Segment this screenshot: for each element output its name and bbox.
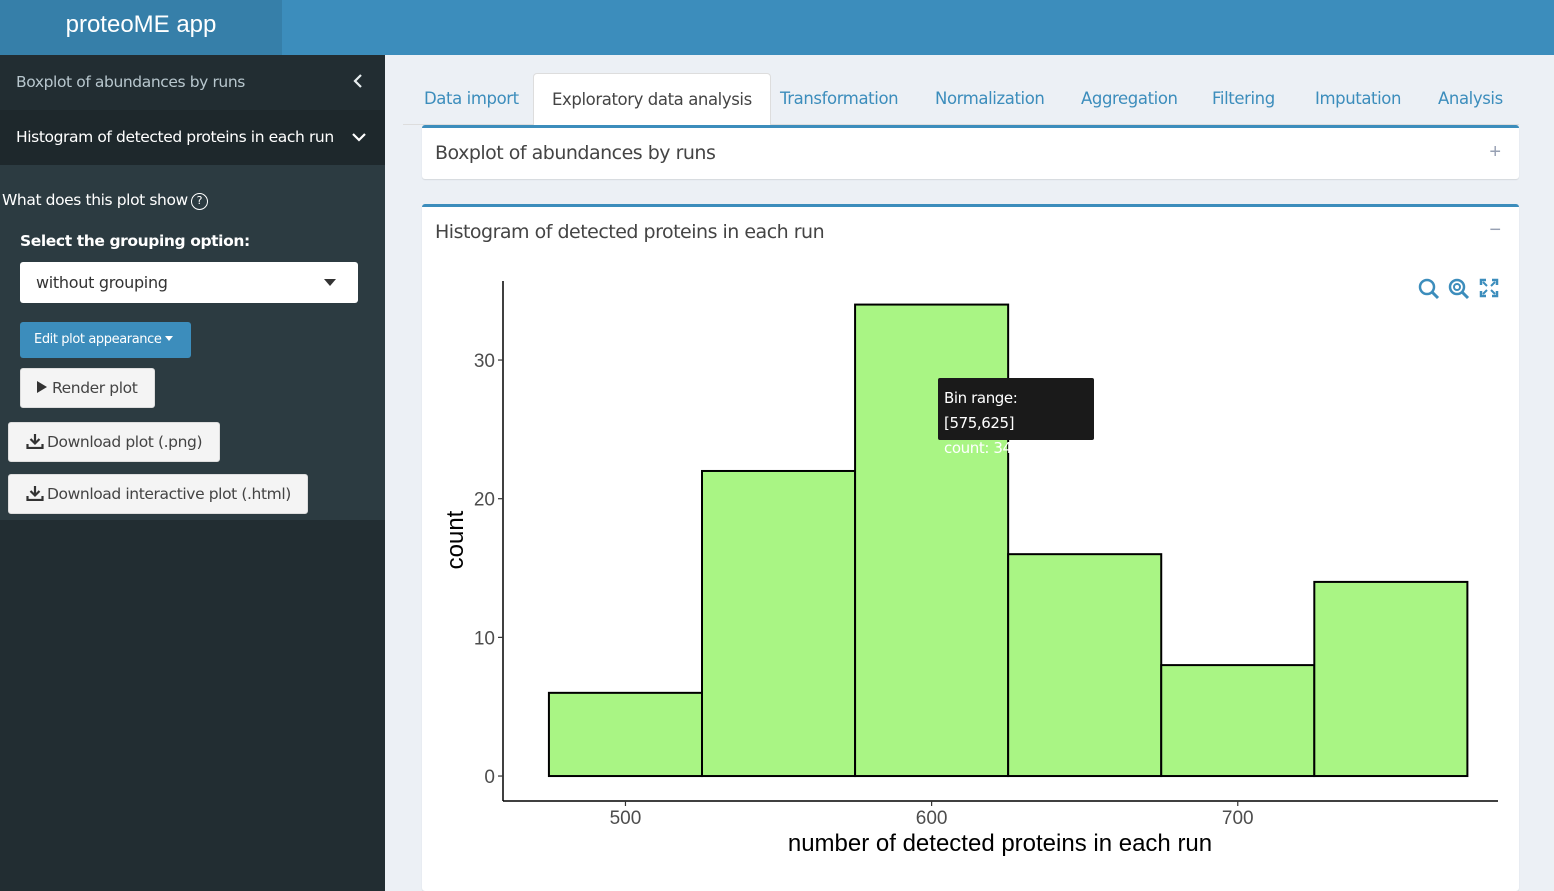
chevron-down-icon [351, 110, 367, 164]
help-link[interactable]: What does this plot show? [2, 191, 208, 210]
edit-plot-appearance-button[interactable]: Edit plot appearance [20, 322, 191, 358]
histogram-box: Histogram of detected proteins in each r… [422, 204, 1519, 891]
top-navbar [282, 0, 1554, 55]
tooltip-count: count: 34 [944, 439, 1012, 457]
tab-data-import[interactable]: Data import [424, 73, 519, 125]
download-html-button[interactable]: Download interactive plot (.html) [8, 474, 308, 514]
tab-transformation[interactable]: Transformation [780, 73, 899, 125]
grouping-select-value: without grouping [36, 273, 168, 292]
tab-bar: Data import Exploratory data analysis Tr… [403, 73, 1519, 126]
zoom-icon[interactable] [1418, 278, 1440, 305]
chart-tooltip: Bin range: [575,625] count: 34 [938, 378, 1094, 457]
help-icon[interactable]: ? [190, 193, 208, 210]
help-text: What does this plot show [2, 191, 188, 209]
app-logo[interactable]: proteoME app [0, 0, 282, 55]
sidebar-item-histogram[interactable]: Histogram of detected proteins in each r… [0, 110, 385, 165]
download-png-label: Download plot (.png) [47, 433, 203, 451]
tab-analysis[interactable]: Analysis [1438, 73, 1503, 125]
boxplot-box: Boxplot of abundances by runs + [422, 125, 1519, 179]
box-title: Boxplot of abundances by runs [435, 142, 716, 164]
grouping-select[interactable]: without grouping [20, 262, 358, 303]
box-title: Histogram of detected proteins in each r… [435, 221, 825, 243]
fullscreen-icon[interactable] [1479, 278, 1499, 303]
expand-plus-icon[interactable]: + [1489, 141, 1501, 164]
render-plot-label: Render plot [52, 379, 138, 397]
tab-filtering[interactable]: Filtering [1212, 73, 1275, 125]
caret-down-icon [164, 336, 173, 341]
chevron-left-icon [353, 55, 363, 109]
tab-aggregation[interactable]: Aggregation [1081, 73, 1178, 125]
dropdown-caret-icon [324, 279, 336, 286]
sidebar-item-label: Histogram of detected proteins in each r… [16, 128, 334, 146]
zoom-reset-icon[interactable] [1448, 278, 1470, 305]
sidebar: Boxplot of abundances by runs Histogram … [0, 55, 385, 891]
download-png-button[interactable]: Download plot (.png) [8, 422, 220, 462]
tab-normalization[interactable]: Normalization [935, 73, 1045, 125]
collapse-minus-icon[interactable]: − [1489, 219, 1501, 242]
play-icon [36, 379, 48, 397]
tab-imputation[interactable]: Imputation [1315, 73, 1401, 125]
tab-exploratory-data-analysis[interactable]: Exploratory data analysis [533, 73, 771, 126]
sidebar-item-label: Boxplot of abundances by runs [16, 73, 245, 91]
render-plot-button[interactable]: Render plot [20, 368, 155, 408]
edit-plot-appearance-label: Edit plot appearance [34, 332, 162, 347]
download-icon [26, 485, 44, 503]
tooltip-bin-range: Bin range: [575,625] [944, 389, 1018, 432]
sidebar-item-boxplot[interactable]: Boxplot of abundances by runs [0, 55, 385, 110]
grouping-label: Select the grouping option: [20, 232, 250, 250]
download-icon [26, 433, 44, 451]
download-html-label: Download interactive plot (.html) [47, 485, 291, 503]
